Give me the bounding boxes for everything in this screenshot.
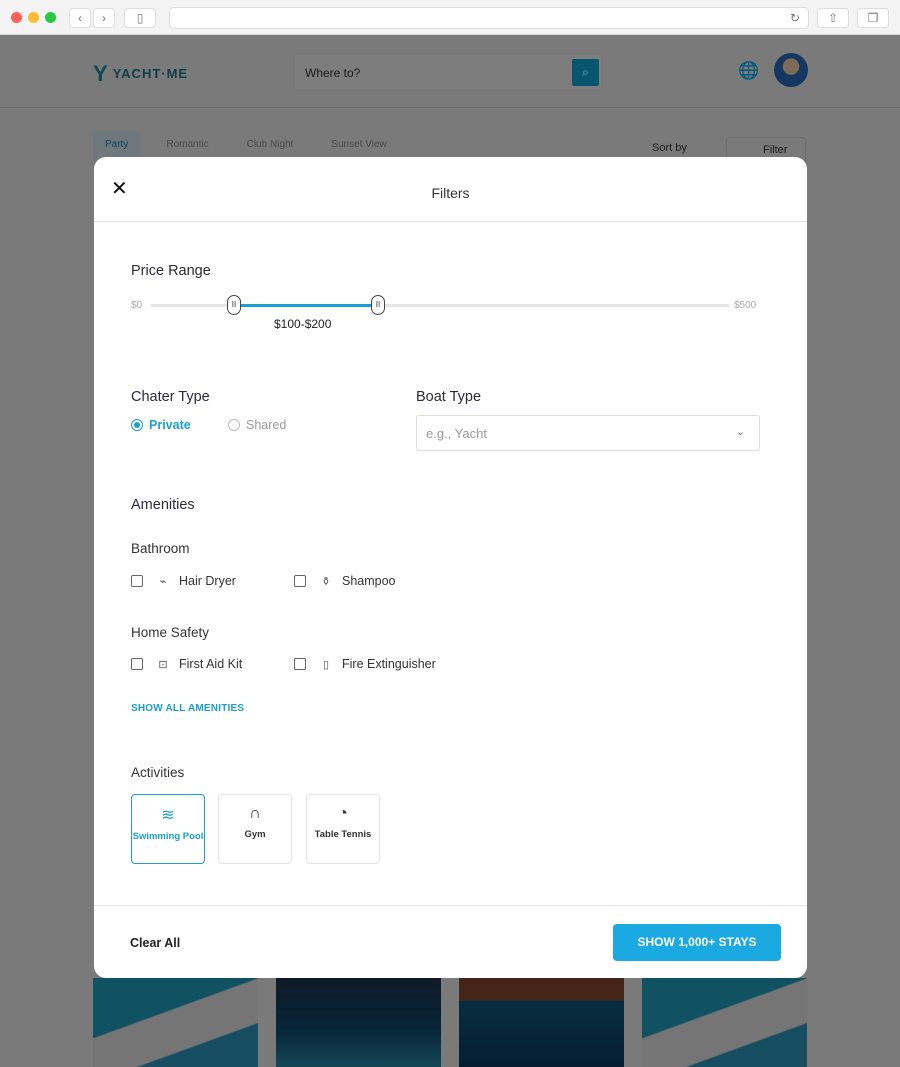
- amenity-group-title: Bathroom: [131, 541, 190, 556]
- amenity-first-aid-kit[interactable]: ⊡ First Aid Kit: [131, 657, 242, 671]
- first-aid-kit-icon: ⊡: [158, 659, 168, 671]
- shampoo-icon: ⚱: [321, 576, 331, 588]
- checkbox[interactable]: [294, 658, 306, 670]
- fire-extinguisher-icon: ▯: [322, 659, 330, 671]
- sort-button[interactable]: Sort by: [652, 142, 687, 154]
- price-min-handle[interactable]: II: [227, 295, 241, 315]
- amenity-group-title: Home Safety: [131, 625, 210, 640]
- filters-modal: ✕ Filters Price Range $0 $500 II II $100…: [94, 157, 807, 978]
- amenity-hair-dryer[interactable]: ⌁ Hair Dryer: [131, 574, 236, 588]
- modal-footer: Clear All SHOW 1,000+ STAYS: [94, 905, 807, 978]
- back-icon[interactable]: ‹: [69, 8, 91, 28]
- listing-grid: [93, 978, 807, 1067]
- listing-image[interactable]: [93, 978, 258, 1067]
- show-results-button[interactable]: SHOW 1,000+ STAYS: [613, 924, 781, 961]
- price-max-handle[interactable]: II: [371, 295, 385, 315]
- site-header: Y YACHT·ME Where to? ⌕ 🌐: [0, 35, 900, 108]
- minimize-window-button[interactable]: [28, 12, 39, 23]
- amenity-shampoo[interactable]: ⚱ Shampoo: [294, 574, 396, 588]
- modal-header: ✕ Filters: [94, 157, 807, 222]
- listing-image[interactable]: [459, 978, 624, 1067]
- activity-swimming-pool[interactable]: ≋ Swimming Pool: [131, 794, 205, 864]
- close-window-button[interactable]: [11, 12, 22, 23]
- modal-title: Filters: [431, 185, 470, 201]
- clear-all-button[interactable]: Clear All: [130, 936, 180, 950]
- charter-type-heading: Chater Type: [131, 389, 210, 405]
- chevron-down-icon: ⌄: [735, 426, 745, 438]
- checkbox[interactable]: [131, 658, 143, 670]
- hair-dryer-icon: ⌁: [159, 576, 167, 588]
- price-slider[interactable]: II II: [151, 295, 729, 315]
- activities-heading: Activities: [131, 765, 185, 780]
- forward-icon[interactable]: ›: [93, 8, 115, 28]
- ping-pong-icon: ◔: [338, 805, 348, 822]
- radio-selected-icon: [131, 419, 143, 431]
- amenities-heading: Amenities: [131, 497, 195, 513]
- globe-icon[interactable]: 🌐: [738, 61, 759, 81]
- tabs-icon[interactable]: ❐: [857, 8, 889, 28]
- avatar[interactable]: [774, 53, 808, 87]
- share-icon[interactable]: ⇧: [817, 8, 849, 28]
- checkbox[interactable]: [131, 575, 143, 587]
- radio-shared[interactable]: Shared: [228, 418, 286, 432]
- sidebar-icon[interactable]: ▯: [124, 8, 156, 28]
- price-range-value: $100-$200: [274, 317, 332, 331]
- price-range-heading: Price Range: [131, 263, 211, 279]
- amenity-fire-extinguisher[interactable]: ▯ Fire Extinguisher: [294, 657, 436, 671]
- search-button[interactable]: ⌕: [572, 59, 599, 86]
- browser-toolbar: ‹ › ▯ ↻ ⇧ ❐: [0, 0, 900, 35]
- price-max-label: $500: [734, 300, 757, 311]
- radio-icon: [228, 419, 240, 431]
- swimming-icon: ≋: [161, 807, 175, 824]
- show-all-amenities-link[interactable]: SHOW ALL AMENITIES: [131, 703, 244, 714]
- radio-private[interactable]: Private: [131, 418, 191, 432]
- address-bar[interactable]: ↻: [169, 7, 809, 29]
- checkbox[interactable]: [294, 575, 306, 587]
- activity-table-tennis[interactable]: ◔ Table Tennis: [306, 794, 380, 864]
- listing-image[interactable]: [642, 978, 807, 1067]
- boat-type-heading: Boat Type: [416, 389, 482, 405]
- price-min-label: $0: [131, 300, 143, 311]
- jump-rope-icon: ∩: [249, 805, 261, 822]
- price-slider-fill: [234, 304, 378, 307]
- boat-type-select[interactable]: e.g., Yacht ⌄: [416, 415, 760, 451]
- listing-image[interactable]: [276, 978, 441, 1067]
- reload-icon[interactable]: ↻: [790, 11, 800, 25]
- maximize-window-button[interactable]: [45, 12, 56, 23]
- activity-gym[interactable]: ∩ Gym: [218, 794, 292, 864]
- search-input[interactable]: Where to? ⌕: [294, 53, 602, 91]
- logo[interactable]: Y YACHT·ME: [93, 61, 188, 87]
